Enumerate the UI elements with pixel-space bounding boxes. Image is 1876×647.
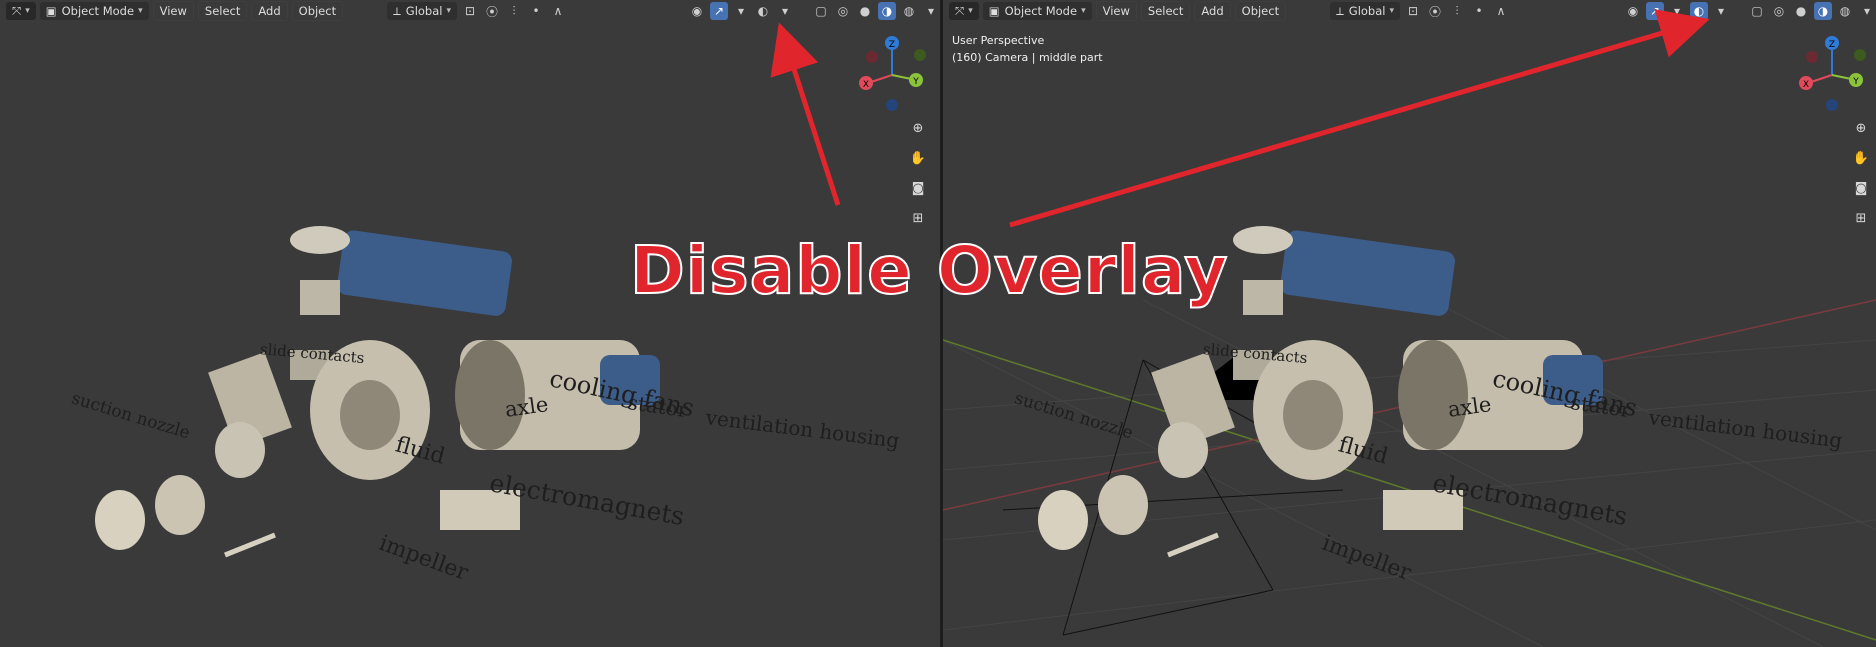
chevron-down-icon: ▾ <box>138 6 143 16</box>
hand-pan-icon[interactable]: ✋ <box>1849 146 1873 170</box>
snap-target-icon[interactable]: ⫶ <box>505 2 523 20</box>
cube-icon: ▣ <box>45 4 57 18</box>
visibility-icon[interactable]: ◉ <box>1624 2 1642 20</box>
transform-orientation-icon: ⟂ <box>1336 3 1344 18</box>
camera-view-icon[interactable]: ◙ <box>1849 176 1873 200</box>
viewport-info-text: User Perspective (160) Camera | middle p… <box>952 32 1103 66</box>
chevron-down-icon: ▾ <box>446 6 451 16</box>
snap-icon[interactable]: ⦿ <box>1426 2 1444 20</box>
xray-icon[interactable]: ▢ <box>1748 2 1766 20</box>
rendered-shading-icon[interactable]: ◍ <box>900 2 918 20</box>
grid-ortho-icon[interactable]: ⊞ <box>1849 206 1873 230</box>
xray-icon[interactable]: ▢ <box>812 2 830 20</box>
solid-shading-icon[interactable]: ● <box>856 2 874 20</box>
chevron-down-icon: ▾ <box>1081 6 1086 16</box>
wireframe-shading-icon[interactable]: ◎ <box>834 2 852 20</box>
object-mode-label: Object Mode <box>61 4 135 18</box>
navigation-gizmo[interactable]: Z X Y <box>850 35 930 115</box>
zoom-icon[interactable]: ⊕ <box>906 116 930 140</box>
gizmo-z-label: Z <box>1829 40 1835 50</box>
left-viewport-header: ⤧ ▾ ▣ Object Mode ▾ View Select Add Object … <box>0 0 940 22</box>
gizmo-toggle-icon[interactable]: ↗ <box>1646 2 1664 20</box>
pivot-point-icon[interactable]: ⊡ <box>461 2 479 20</box>
proportional-editing-icon[interactable]: • <box>1470 2 1488 20</box>
right-viewport[interactable]: ⤧ ▾ ▣ Object Mode ▾ View Select Add Object … <box>943 0 1876 647</box>
chevron-down-icon: ▾ <box>1389 6 1394 16</box>
object-mode-label: Object Mode <box>1004 4 1078 18</box>
chevron-down-icon: ▾ <box>25 6 30 16</box>
camera-view-icon[interactable]: ◙ <box>906 176 930 200</box>
snap-target-icon[interactable]: ⫶ <box>1448 2 1466 20</box>
gizmo-y-label: Y <box>1852 77 1859 87</box>
axis-icon: ⤧ <box>955 3 965 18</box>
gizmo-toggle-icon[interactable]: ↗ <box>710 2 728 20</box>
orientation-dropdown[interactable]: ⟂ Global ▾ <box>387 2 457 20</box>
rendered-shading-icon[interactable]: ◍ <box>1836 2 1854 20</box>
chevron-down-icon[interactable]: ▾ <box>1668 2 1686 20</box>
falloff-icon[interactable]: ∧ <box>1492 2 1510 20</box>
right-viewport-header: ⤧ ▾ ▣ Object Mode ▾ View Select Add Object … <box>943 0 1876 22</box>
object-menu[interactable]: Object <box>1234 1 1287 21</box>
chevron-down-icon[interactable]: ▾ <box>732 2 750 20</box>
view-menu[interactable]: View <box>1095 1 1137 21</box>
gizmo-x-label: X <box>863 80 869 90</box>
chevron-down-icon[interactable]: ▾ <box>776 2 794 20</box>
wireframe-shading-icon[interactable]: ◎ <box>1770 2 1788 20</box>
orientation-label: Global <box>1348 4 1386 18</box>
material-shading-icon[interactable]: ◑ <box>878 2 896 20</box>
object-mode-dropdown[interactable]: ▣ Object Mode ▾ <box>39 2 149 20</box>
chevron-down-icon[interactable]: ▾ <box>1712 2 1730 20</box>
gizmo-y-label: Y <box>912 77 919 87</box>
chevron-down-icon: ▾ <box>968 6 973 16</box>
camera-object-label: (160) Camera | middle part <box>952 51 1103 64</box>
falloff-icon[interactable]: ∧ <box>549 2 567 20</box>
overlay-toggle-icon[interactable]: ◐ <box>754 2 772 20</box>
orientation-dropdown[interactable]: ⟂ Global ▾ <box>1330 2 1400 20</box>
gizmo-z-label: Z <box>889 40 895 50</box>
chevron-down-icon[interactable]: ▾ <box>1858 2 1876 20</box>
gizmo-x-label: X <box>1803 80 1809 90</box>
select-menu[interactable]: Select <box>1140 1 1191 21</box>
editor-type-button[interactable]: ⤧ ▾ <box>6 2 36 20</box>
grid-ortho-icon[interactable]: ⊞ <box>906 206 930 230</box>
chevron-down-icon[interactable]: ▾ <box>922 2 940 20</box>
overlay-toggle-icon[interactable]: ◐ <box>1690 2 1708 20</box>
axis-icon: ⤧ <box>12 3 22 18</box>
orientation-label: Global <box>405 4 443 18</box>
annotation-caption: Disable Overlay <box>629 231 1229 310</box>
left-viewport[interactable]: ⤧ ▾ ▣ Object Mode ▾ View Select Add Object … <box>0 0 940 647</box>
hand-pan-icon[interactable]: ✋ <box>906 146 930 170</box>
snap-icon[interactable]: ⦿ <box>483 2 501 20</box>
zoom-icon[interactable]: ⊕ <box>1849 116 1873 140</box>
material-shading-icon[interactable]: ◑ <box>1814 2 1832 20</box>
navigation-gizmo[interactable]: Z X Y <box>1790 35 1870 115</box>
object-menu[interactable]: Object <box>291 1 344 21</box>
perspective-label: User Perspective <box>952 34 1045 47</box>
visibility-icon[interactable]: ◉ <box>688 2 706 20</box>
select-menu[interactable]: Select <box>197 1 248 21</box>
pivot-point-icon[interactable]: ⊡ <box>1404 2 1422 20</box>
view-menu[interactable]: View <box>152 1 194 21</box>
object-mode-dropdown[interactable]: ▣ Object Mode ▾ <box>982 2 1092 20</box>
transform-orientation-icon: ⟂ <box>393 3 401 18</box>
solid-shading-icon[interactable]: ● <box>1792 2 1810 20</box>
editor-type-button[interactable]: ⤧ ▾ <box>949 2 979 20</box>
proportional-editing-icon[interactable]: • <box>527 2 545 20</box>
add-menu[interactable]: Add <box>1194 1 1231 21</box>
cube-icon: ▣ <box>988 4 1000 18</box>
add-menu[interactable]: Add <box>251 1 288 21</box>
